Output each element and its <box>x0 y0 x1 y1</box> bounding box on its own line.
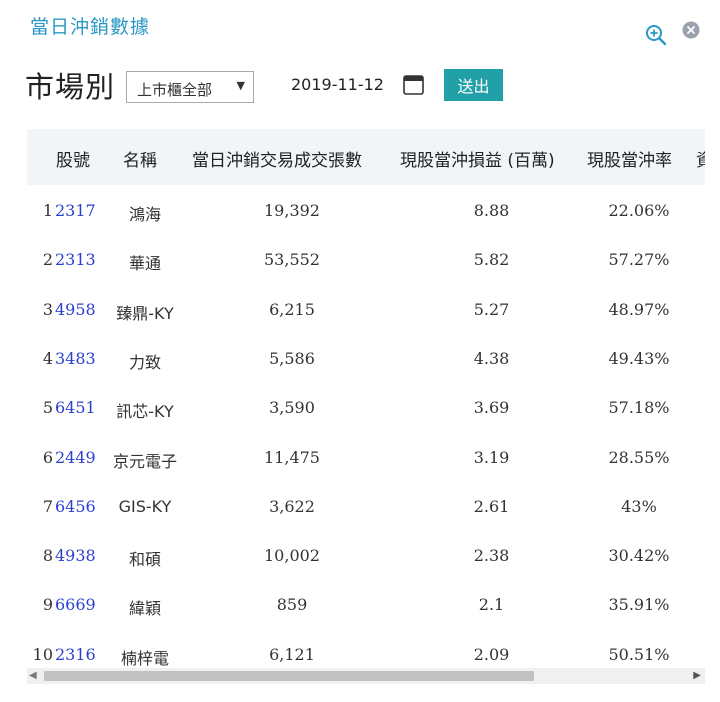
stock-code-link[interactable]: 3483 <box>55 349 96 368</box>
stock-name: 緯穎 <box>128 599 161 619</box>
header-name[interactable]: 名稱 <box>123 146 157 171</box>
day-trade-volume: 6,215 <box>269 299 315 319</box>
day-trade-rate: 28.55% <box>608 447 670 467</box>
stock-name: 和碩 <box>128 550 161 570</box>
stock-code-link[interactable]: 4958 <box>55 300 96 319</box>
day-trade-volume: 5,586 <box>269 348 315 368</box>
data-table: 股號 名稱 當日沖銷交易成交張數 現股當沖損益 (百萬) 現股當沖率 資 1 23… <box>27 129 705 669</box>
day-trade-rate: 22.06% <box>608 201 670 220</box>
row-index: 9 <box>42 595 53 615</box>
table-row[interactable]: 1 2317 鴻海 19,392 8.88 22.06% <box>27 187 705 236</box>
stock-code-link[interactable]: 6456 <box>55 497 96 516</box>
table-row[interactable]: 3 4958 臻鼎-KY 6,215 5.27 48.97% <box>27 286 705 335</box>
day-trade-profit: 2.61 <box>473 496 510 516</box>
stock-name: GIS-KY <box>118 496 172 516</box>
row-index: 2 <box>42 250 53 270</box>
day-trade-rate: 30.42% <box>608 546 670 566</box>
day-trade-profit: 2.1 <box>478 595 505 615</box>
day-trade-rate: 57.27% <box>608 250 670 270</box>
date-input[interactable]: 2019-11-12 <box>291 75 384 94</box>
scroll-thumb[interactable] <box>44 671 534 681</box>
day-trade-volume: 3,622 <box>269 496 315 516</box>
table-row[interactable]: 6 2449 京元電子 11,475 3.19 28.55% <box>27 434 705 483</box>
calendar-icon[interactable] <box>403 75 424 95</box>
table-row[interactable]: 4 3483 力致 5,586 4.38 49.43% <box>27 335 705 384</box>
stock-name: 華通 <box>128 254 161 274</box>
row-index: 10 <box>32 644 53 664</box>
stock-name: 力致 <box>128 352 161 372</box>
scroll-left-icon[interactable]: ◀ <box>29 670 37 681</box>
day-trade-rate: 57.18% <box>608 398 670 418</box>
market-select[interactable]: 上市櫃全部 ▼ <box>126 71 254 103</box>
row-index: 4 <box>42 348 53 368</box>
day-trade-volume: 11,475 <box>264 447 320 467</box>
day-trade-volume: 10,002 <box>264 546 320 566</box>
stock-code-link[interactable]: 4938 <box>55 546 96 565</box>
day-trade-rate: 43% <box>621 496 657 516</box>
day-trade-profit: 8.88 <box>473 201 510 220</box>
header-volume[interactable]: 當日沖銷交易成交張數 <box>192 146 362 171</box>
table-row[interactable]: 9 6669 緯穎 859 2.1 35.91% <box>27 581 705 630</box>
day-trade-profit: 3.69 <box>473 398 510 418</box>
day-trade-profit: 2.38 <box>473 546 510 566</box>
header-profit[interactable]: 現股當沖損益 (百萬) <box>400 146 555 171</box>
day-trade-rate: 48.97% <box>608 299 670 319</box>
header-extra[interactable]: 資 <box>696 146 705 171</box>
stock-name: 訊芯-KY <box>116 402 174 422</box>
row-index: 1 <box>42 201 53 220</box>
stock-code-link[interactable]: 2316 <box>55 645 96 664</box>
stock-code-link[interactable]: 2313 <box>55 250 96 269</box>
day-trade-rate: 50.51% <box>608 644 670 664</box>
stock-name: 鴻海 <box>128 205 161 224</box>
table-row[interactable]: 2 2313 華通 53,552 5.82 57.27% <box>27 236 705 285</box>
chevron-down-icon: ▼ <box>236 79 245 92</box>
stock-code-link[interactable]: 2317 <box>55 201 96 220</box>
day-trade-volume: 53,552 <box>264 250 320 270</box>
market-select-value: 上市櫃全部 <box>137 81 213 99</box>
horizontal-scrollbar[interactable]: ◀ ▶ <box>27 668 705 684</box>
day-trade-volume: 3,590 <box>269 398 315 418</box>
table-header: 股號 名稱 當日沖銷交易成交張數 現股當沖損益 (百萬) 現股當沖率 資 <box>27 129 705 185</box>
stock-name: 臻鼎-KY <box>116 303 174 323</box>
stock-code-link[interactable]: 6669 <box>55 595 96 614</box>
day-trade-profit: 5.27 <box>473 299 510 319</box>
table-row[interactable]: 7 6456 GIS-KY 3,622 2.61 43% <box>27 483 705 532</box>
close-icon[interactable] <box>682 21 700 39</box>
submit-button[interactable]: 送出 <box>444 69 503 101</box>
row-index: 6 <box>42 447 53 467</box>
table-row[interactable]: 8 4938 和碩 10,002 2.38 30.42% <box>27 532 705 581</box>
row-index: 3 <box>42 299 53 319</box>
stock-name: 京元電子 <box>112 451 177 471</box>
stock-code-link[interactable]: 2449 <box>55 448 96 467</box>
day-trade-volume: 19,392 <box>264 201 320 220</box>
day-trade-profit: 2.09 <box>473 644 510 664</box>
widget-title: 當日沖銷數據 <box>30 16 151 38</box>
scroll-right-icon[interactable]: ▶ <box>693 670 701 681</box>
table-row[interactable]: 5 6451 訊芯-KY 3,590 3.69 57.18% <box>27 384 705 433</box>
row-index: 7 <box>42 496 53 516</box>
row-index: 8 <box>42 546 53 566</box>
stock-name: 楠梓電 <box>120 648 169 668</box>
day-trade-volume: 859 <box>276 595 308 615</box>
day-trade-rate: 35.91% <box>608 595 670 615</box>
day-trade-profit: 5.82 <box>473 250 510 270</box>
day-trade-volume: 6,121 <box>269 644 315 664</box>
day-trade-profit: 4.38 <box>473 348 510 368</box>
row-index: 5 <box>42 398 53 418</box>
zoom-in-icon[interactable] <box>644 23 668 47</box>
day-trade-rate: 49.43% <box>608 348 670 368</box>
day-trade-profit: 3.19 <box>473 447 510 467</box>
header-code[interactable]: 股號 <box>56 146 90 171</box>
header-rate[interactable]: 現股當沖率 <box>587 146 672 171</box>
market-label: 市場別 <box>25 70 116 104</box>
table-row[interactable]: 10 2316 楠梓電 6,121 2.09 50.51% <box>27 631 705 669</box>
stock-code-link[interactable]: 6451 <box>55 398 96 417</box>
